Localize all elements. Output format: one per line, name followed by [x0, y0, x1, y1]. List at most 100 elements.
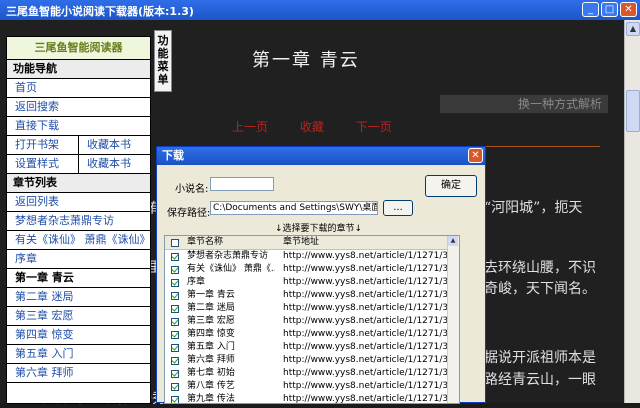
close-icon[interactable]: ✕	[468, 148, 483, 163]
minimize-icon[interactable]: _	[582, 2, 599, 17]
nav-row: 首页	[7, 79, 150, 98]
table-row[interactable]: 第二章 迷局 http://www.yys8.net/article/1/1271…	[165, 302, 459, 315]
chapter-link[interactable]: 有关《诛仙》 萧鼎《诛仙》	[7, 231, 150, 249]
nav-favorite-link[interactable]: 收藏本书	[78, 136, 150, 154]
nav-open-shelf-link[interactable]: 打开书架	[7, 136, 78, 154]
chapter-link[interactable]: 第六章 拜师	[7, 364, 150, 382]
row-checkbox[interactable]	[171, 382, 179, 391]
row-checkbox[interactable]	[171, 278, 179, 287]
nav-row: 直接下载	[7, 117, 150, 136]
nav-section-title: 功能导航	[7, 60, 150, 79]
row-chapter-name: 序章	[187, 277, 206, 287]
body-text-line: 据说开派祖师本是	[484, 350, 596, 366]
prev-page-link[interactable]: 上一页	[232, 120, 268, 134]
dialog-title: 下载	[162, 149, 184, 162]
row-chapter-name: 第三章 宏愿	[187, 316, 235, 326]
row-chapter-name: 第四章 惊变	[187, 329, 235, 339]
row-chapter-name: 第二章 迷局	[187, 303, 235, 313]
row-checkbox[interactable]	[171, 369, 179, 378]
row-checkbox[interactable]	[171, 252, 179, 261]
chapter-link[interactable]: 第四章 惊变	[7, 326, 150, 344]
row-chapter-url: http://www.yys8.net/article/1/1271/3091.…	[283, 251, 459, 261]
table-row[interactable]: 第九章 传法 http://www.yys8.net/article/1/1271…	[165, 393, 459, 404]
select-chapters-hint: ↓选择要下载的章节↓	[275, 224, 363, 234]
novel-name-input[interactable]	[210, 177, 274, 191]
row-checkbox[interactable]	[171, 291, 179, 300]
ok-button[interactable]: 确定	[425, 175, 477, 197]
row-chapter-name: 第五章 入门	[187, 342, 235, 352]
row-chapter-url: http://www.yys8.net/article/1/1271/3091.…	[283, 264, 459, 274]
favorite-link[interactable]: 收藏	[300, 120, 324, 134]
row-checkbox[interactable]	[171, 343, 179, 352]
chapter-link[interactable]: 第二章 迷局	[7, 288, 150, 306]
table-row[interactable]: 第五章 入门 http://www.yys8.net/article/1/1271…	[165, 341, 459, 354]
nav-favorite-link[interactable]: 收藏本书	[78, 155, 150, 173]
nav-back-search-link[interactable]: 返回搜索	[7, 98, 150, 116]
select-all-checkbox[interactable]	[171, 238, 179, 247]
scroll-up-icon[interactable]: ▲	[448, 236, 458, 246]
table-row[interactable]: 第八章 传艺 http://www.yys8.net/article/1/1271…	[165, 380, 459, 393]
row-checkbox[interactable]	[171, 317, 179, 326]
window-titlebar: 三尾鱼智能小说阅读下载器(版本:1.3) _ □ ✕	[0, 0, 640, 20]
body-text-line: 路经青云山，一眼	[484, 372, 596, 388]
row-chapter-name: 第七章 初始	[187, 368, 235, 378]
save-path-input[interactable]: C:\Documents and Settings\SWY\桌面\诛仙.txt	[210, 201, 378, 215]
function-menu-tab[interactable]: 功能菜单	[154, 30, 172, 92]
nav-direct-download-link[interactable]: 直接下载	[7, 117, 150, 135]
table-row[interactable]: 序章 http://www.yys8.net/article/1/1271/309…	[165, 276, 459, 289]
row-chapter-name: 第一章 青云	[187, 290, 235, 300]
chapter-title: 第一章 青云	[252, 50, 360, 71]
dialog-titlebar: 下载 ✕	[157, 147, 485, 165]
row-chapter-name: 第八章 传艺	[187, 381, 235, 391]
chapter-back-list-link[interactable]: 返回列表	[7, 193, 150, 211]
row-checkbox[interactable]	[171, 395, 179, 403]
nav-row: 打开书架 收藏本书	[7, 136, 150, 155]
window-controls: _ □ ✕	[582, 2, 637, 17]
chapter-link[interactable]: 序章	[7, 250, 150, 268]
browse-button[interactable]: ...	[383, 200, 413, 216]
table-row[interactable]: 第六章 拜师 http://www.yys8.net/article/1/1271…	[165, 354, 459, 367]
body-text-line: “河阳城”，扼天	[484, 200, 583, 216]
row-chapter-name: 第六章 拜师	[187, 355, 235, 365]
novel-name-label: 小说名:	[175, 184, 209, 195]
row-checkbox[interactable]	[171, 304, 179, 313]
column-header-name[interactable]: 章节名称	[185, 236, 275, 249]
parse-method-link[interactable]: 换一种方式解析	[440, 95, 608, 113]
row-chapter-url: http://www.yys8.net/article/1/1271/3091.…	[283, 368, 459, 378]
scroll-thumb[interactable]	[626, 90, 640, 132]
window-title: 三尾鱼智能小说阅读下载器(版本:1.3)	[6, 5, 194, 18]
chapter-link[interactable]: 第五章 入门	[7, 345, 150, 363]
reader-scrollbar[interactable]: ▲	[624, 20, 640, 403]
table-row[interactable]: 第三章 宏愿 http://www.yys8.net/article/1/1271…	[165, 315, 459, 328]
close-icon[interactable]: ✕	[620, 2, 637, 17]
row-chapter-url: http://www.yys8.net/article/1/1271/3091.…	[283, 277, 459, 287]
table-row[interactable]: 梦想者杂志萧鼎专访 http://www.yys8.net/article/1/1…	[165, 250, 459, 263]
row-checkbox[interactable]	[171, 330, 179, 339]
row-chapter-url: http://www.yys8.net/article/1/1271/3091.…	[283, 316, 459, 326]
chapter-link[interactable]: 梦想者杂志萧鼎专访	[7, 212, 150, 230]
nav-style-settings-link[interactable]: 设置样式	[7, 155, 78, 173]
save-path-label: 保存路径:	[167, 208, 211, 219]
row-chapter-name: 第九章 传法	[187, 394, 235, 404]
row-chapter-name: 有关《诛仙》 萧鼎《...	[187, 264, 275, 274]
row-chapter-name: 梦想者杂志萧鼎专访	[187, 251, 269, 261]
chapter-section-title: 章节列表	[7, 174, 150, 193]
column-header-url[interactable]: 章节地址	[275, 236, 459, 249]
row-checkbox[interactable]	[171, 265, 179, 274]
chapter-link-active[interactable]: 第一章 青云	[7, 269, 150, 287]
list-scrollbar[interactable]: ▲	[447, 236, 459, 403]
table-row[interactable]: 第一章 青云 http://www.yys8.net/article/1/1271…	[165, 289, 459, 302]
table-row[interactable]: 有关《诛仙》 萧鼎《... http://www.yys8.net/article…	[165, 263, 459, 276]
table-row[interactable]: 第七章 初始 http://www.yys8.net/article/1/1271…	[165, 367, 459, 380]
row-chapter-url: http://www.yys8.net/article/1/1271/3091.…	[283, 381, 459, 391]
maximize-icon[interactable]: □	[601, 2, 618, 17]
next-page-link[interactable]: 下一页	[356, 120, 392, 134]
row-chapter-url: http://www.yys8.net/article/1/1271/3091.…	[283, 303, 459, 313]
chapter-link[interactable]: 第三章 宏愿	[7, 307, 150, 325]
nav-row: 返回搜索	[7, 98, 150, 117]
table-row[interactable]: 第四章 惊变 http://www.yys8.net/article/1/1271…	[165, 328, 459, 341]
row-checkbox[interactable]	[171, 356, 179, 365]
nav-home-link[interactable]: 首页	[7, 79, 150, 97]
scroll-up-icon[interactable]: ▲	[626, 22, 640, 36]
body-text-line: 奇峻，天下闻名。	[484, 281, 596, 297]
